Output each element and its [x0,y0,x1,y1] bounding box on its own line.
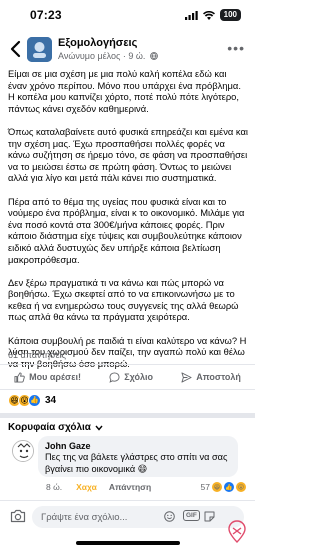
group-avatar[interactable] [27,37,52,62]
share-button[interactable]: Αποστολή [181,371,241,383]
send-icon [181,371,192,383]
battery-indicator: 100 [219,9,241,21]
haha-reaction-icon: 😆 [212,482,222,492]
signal-icon [184,10,198,20]
comment-count[interactable]: 61 απαντήσεις [8,350,66,360]
comment-time: 8 ώ. [46,482,63,492]
author-line: Ανώνυμο μέλος · 9 ώ. [58,51,158,61]
top-comments-title: Κορυφαία σχόλια [8,422,91,433]
post-paragraph: Πέρα από το θέμα της υγείας που φυσικά ε… [8,195,245,265]
back-arrow-icon[interactable] [9,40,23,58]
avatar-face-icon [13,441,33,461]
reactions-summary[interactable]: 😆 😮 👍 34 [8,392,56,408]
chevron-down-icon [95,425,103,431]
comment-haha-button[interactable]: Χαχα [76,482,97,492]
more-options-icon[interactable]: ••• [227,41,245,55]
comment-reactions[interactable]: 57 😆 👍 😮 [201,482,246,492]
post-body: Είμαι σε μια σχέση με μια πολύ καλή κοπέ… [8,68,248,381]
comment-author[interactable]: John Gaze [45,441,231,452]
like-reaction-icon: 👍 [224,482,234,492]
status-bar: 07:23 100 [0,0,255,28]
comment-button[interactable]: Σχόλιο [109,371,154,383]
wifi-icon [202,10,215,20]
watermark-logo-icon [228,520,246,543]
action-bar: Μου αρέσει! Σχόλιο Αποστολή [0,366,255,388]
post-paragraph: Δεν ξέρω πραγματικά τι να κάνω και πώς μ… [8,276,239,323]
comment-meta: 8 ώ. Χαχα Απάντηση 57 😆 👍 😮 [46,482,246,492]
thumbs-up-icon [14,371,25,383]
group-name[interactable]: Εξομολογήσεις [58,37,137,49]
gif-icon[interactable]: GIF [183,510,200,521]
post-paragraph: Όπως καταλαβαίνετε αυτό φυσικά επηρεάζει… [8,125,248,184]
comment-input-placeholder[interactable]: Γράψτε ένα σχόλιο... [41,512,127,523]
section-separator [0,413,255,418]
comment-reply-button[interactable]: Απάντηση [109,482,151,492]
like-button[interactable]: Μου αρέσει! [14,371,81,383]
comment-text: Πες της να βάλετε γλάστρες στο σπίτι να … [45,452,228,474]
post-header: Εξομολογήσεις Ανώνυμο μέλος · 9 ώ. ••• [0,32,255,66]
top-comments-filter[interactable]: Κορυφαία σχόλια [8,422,103,433]
share-label: Αποστολή [196,372,241,382]
comment-bubble-icon [109,371,120,383]
reaction-count: 34 [45,394,57,406]
comment-label: Σχόλιο [124,372,154,382]
sticker-icon[interactable] [204,511,215,522]
comment-composer: Γράψτε ένα σχόλιο... GIF [0,500,255,532]
like-label: Μου αρέσει! [29,372,81,382]
author-name: Ανώνυμο μέλος [58,51,121,61]
status-icons: 100 [184,9,241,21]
divider [0,389,255,390]
like-reaction-icon: 👍 [28,393,41,407]
camera-icon[interactable] [10,509,26,523]
privacy-globe-icon [150,52,158,60]
comment-reaction-count: 57 [200,482,210,492]
post-paragraph: Είμαι σε μια σχέση με μια πολύ καλή κοπέ… [8,68,241,114]
wow-reaction-icon: 😮 [236,482,246,492]
status-time: 07:23 [30,8,62,22]
commenter-avatar[interactable] [12,440,34,462]
home-indicator [76,541,180,545]
emoji-icon[interactable] [164,511,175,522]
divider [0,364,255,365]
comment-bubble[interactable]: John Gaze Πες της να βάλετε γλάστρες στο… [38,436,238,477]
post-time: 9 ώ. [128,51,146,61]
group-logo-icon [27,37,52,62]
